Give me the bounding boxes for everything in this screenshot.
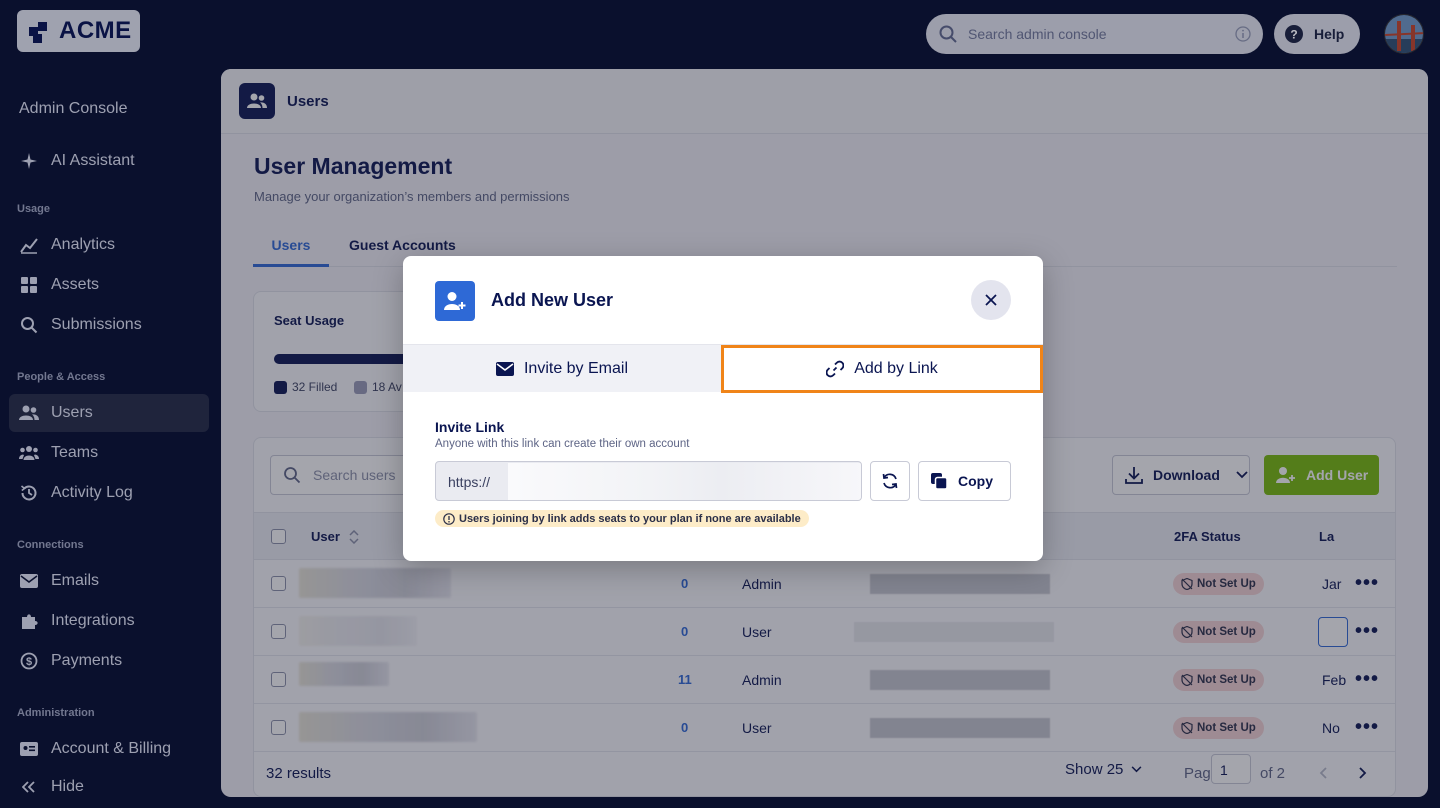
invite-link-redacted xyxy=(508,463,861,500)
mail-icon xyxy=(495,362,514,376)
copy-link-button[interactable]: Copy xyxy=(918,461,1011,501)
close-button[interactable] xyxy=(971,280,1011,320)
copy-icon xyxy=(931,473,948,490)
invite-link-field[interactable]: https:// xyxy=(435,461,862,501)
warning-icon xyxy=(443,512,455,525)
tab-label: Invite by Email xyxy=(523,360,629,377)
refresh-icon xyxy=(882,473,898,489)
invite-link-prefix: https:// xyxy=(448,474,491,490)
tab-add-by-link[interactable]: Add by Link xyxy=(721,345,1043,393)
invite-link-title: Invite Link xyxy=(435,419,505,435)
modal-title: Add New User xyxy=(491,290,614,310)
tab-invite-by-email[interactable]: Invite by Email xyxy=(403,345,721,393)
tab-label: Add by Link xyxy=(854,360,938,377)
copy-label: Copy xyxy=(958,473,993,489)
add-user-icon xyxy=(435,281,475,321)
seat-warning-text: Users joining by link adds seats to your… xyxy=(459,512,801,525)
close-icon xyxy=(985,294,997,306)
regenerate-link-button[interactable] xyxy=(870,461,910,501)
add-user-modal: Add New User Invite by Email Add by Link… xyxy=(403,256,1043,561)
modal-tab-bar: Invite by Email Add by Link xyxy=(403,344,1043,393)
invite-link-subtitle: Anyone with this link can create their o… xyxy=(435,438,690,450)
seat-warning-badge: Users joining by link adds seats to your… xyxy=(435,510,809,527)
link-icon xyxy=(826,360,845,378)
